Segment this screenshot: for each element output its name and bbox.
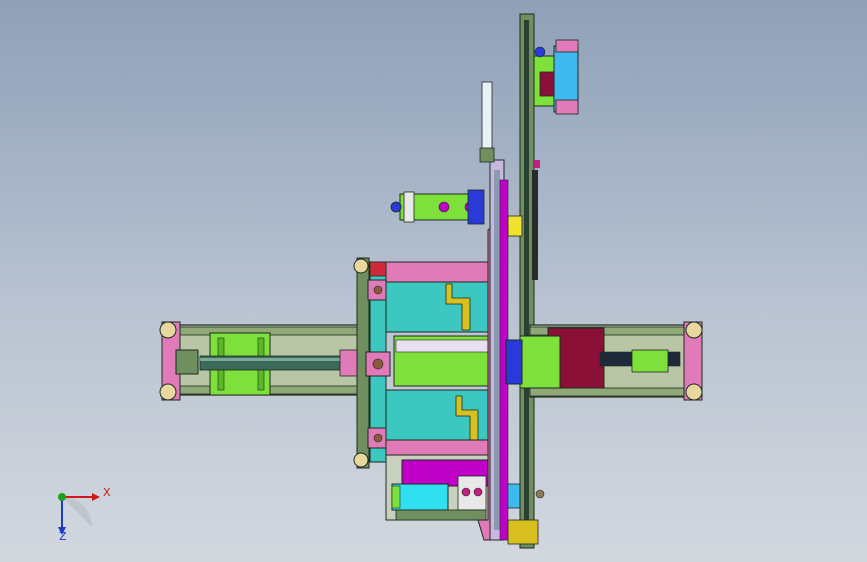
upper-cylinder-blue-clamp	[467, 189, 485, 225]
housing-cyan-upper	[385, 281, 491, 333]
frame-roller-top	[353, 258, 369, 274]
upper-side-cylinder[interactable]	[390, 189, 485, 225]
gripper-cyan-cylinder	[391, 483, 449, 511]
axis-x-label: X	[103, 486, 111, 499]
top-valve-cluster[interactable]	[533, 39, 579, 115]
valve-fitting	[534, 46, 546, 58]
housing-red-tab	[369, 261, 387, 277]
valve-maroon-block	[539, 71, 555, 97]
gripper-sensor-1	[461, 487, 471, 497]
left-rod-highlight	[200, 358, 360, 361]
right-end-roller-bottom	[685, 383, 703, 401]
vertical-frame[interactable]	[353, 257, 391, 469]
rail-top-post	[481, 81, 493, 157]
rail-left-inner	[494, 170, 500, 530]
rail-top-post-cap	[479, 147, 495, 163]
mechanism-drawing[interactable]	[0, 0, 867, 562]
cad-viewport[interactable]: X Y Z	[0, 0, 867, 562]
gripper-lime-cap	[391, 485, 401, 509]
right-end-roller-top	[685, 321, 703, 339]
upper-cylinder-bolt-1	[438, 201, 450, 213]
valve-pink-bottom	[555, 99, 579, 115]
housing-inner-strip	[395, 339, 491, 353]
right-blue-coupler	[505, 339, 523, 385]
triad-shadow	[62, 497, 92, 527]
upper-cylinder-endcap	[403, 191, 415, 223]
frame-block-top-bolt	[373, 285, 383, 295]
right-rod-block	[631, 349, 669, 373]
right-rail-bottom-strip	[529, 387, 701, 397]
triad-y-origin	[58, 493, 66, 501]
valve-pink-top	[555, 39, 579, 53]
rail-black-segment	[532, 170, 538, 280]
rail-bottom-foot	[507, 519, 539, 545]
triad-x-arrow	[92, 493, 100, 501]
left-end-roller-top	[159, 321, 177, 339]
right-drum	[519, 335, 561, 389]
rail-yellow-block	[507, 215, 523, 237]
frame-roller-bottom	[353, 452, 369, 468]
rail-bottom-bolt	[535, 489, 545, 499]
housing-pink-top	[385, 261, 491, 283]
upper-cylinder-port	[390, 201, 402, 213]
gripper-sensor-2	[473, 487, 483, 497]
right-actuator-assembly[interactable]	[505, 321, 703, 401]
left-linear-module[interactable]	[159, 321, 369, 401]
gripper-base-plate	[395, 509, 487, 521]
frame-block-bottom-bolt	[373, 433, 383, 443]
frame-block-middle-bolt	[372, 358, 384, 370]
left-end-roller-bottom	[159, 383, 177, 401]
axis-z-label: Z	[59, 530, 67, 543]
coordinate-triad	[58, 493, 100, 535]
rail-main-inner	[524, 20, 529, 540]
left-bearing-block	[175, 349, 199, 375]
rail-small-tab	[534, 160, 540, 168]
